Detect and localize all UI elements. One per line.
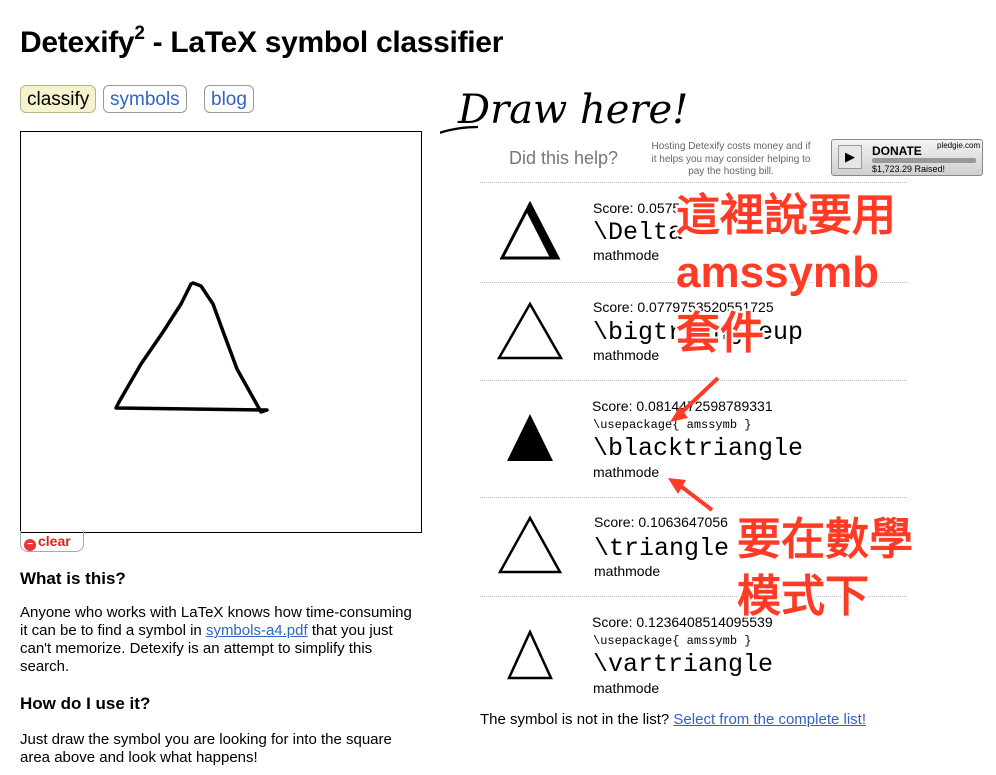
result-mode: mathmode: [593, 347, 660, 363]
bigtriangleup-symbol-icon: [496, 301, 564, 360]
triangle-symbol-icon: [497, 515, 563, 574]
symbols-pdf-link[interactable]: symbols-a4.pdf: [206, 622, 308, 639]
result-score: Score: 0.0575: [593, 200, 681, 216]
result-package: \usepackage{ amssymb }: [593, 634, 752, 648]
divider: [480, 182, 907, 183]
page-title: Detexify2 - LaTeX symbol classifier: [20, 23, 504, 59]
annotation-amssymb-line1: 這裡說要用: [676, 191, 896, 240]
annotation-amssymb-line2: amssymb: [676, 248, 880, 297]
blacktriangle-symbol-icon: [507, 414, 553, 461]
vartriangle-symbol-icon: [507, 628, 553, 680]
drawn-triangle: [114, 281, 269, 414]
complete-list-prompt: The symbol is not in the list? Select fr…: [480, 711, 866, 728]
annotation-arrow-icon: [668, 478, 714, 512]
how-heading: How do I use it?: [20, 694, 151, 713]
annotation-mathmode-line1: 要在數學: [737, 515, 913, 564]
arrow-down-left-icon: [440, 125, 479, 134]
donate-button[interactable]: ▶ DONATE pledgie.com $1,723.29 Raised!: [831, 139, 983, 176]
result-mode: mathmode: [593, 680, 660, 696]
annotation-arrow-icon: [670, 376, 720, 422]
play-icon: ▶: [838, 145, 862, 169]
minus-circle-icon: −: [24, 539, 36, 551]
what-paragraph: Anyone who works with LaTeX knows how ti…: [20, 604, 412, 675]
complete-list-link[interactable]: Select from the complete list!: [673, 711, 866, 728]
tab-blog[interactable]: blog: [204, 85, 254, 113]
how-paragraph: Just draw the symbol you are looking for…: [20, 731, 392, 766]
tab-classify[interactable]: classify: [20, 85, 97, 113]
result-mode: mathmode: [593, 247, 660, 263]
result-command: \vartriangle: [593, 650, 774, 679]
clear-button[interactable]: − clear: [20, 531, 84, 552]
drawing-canvas[interactable]: [20, 131, 422, 533]
did-this-help: Did this help?: [509, 148, 619, 168]
delta-symbol-icon: [499, 200, 561, 260]
progress-bar: [872, 158, 976, 163]
result-mode: mathmode: [593, 464, 660, 480]
tab-symbols[interactable]: symbols: [103, 85, 187, 113]
annotation-amssymb-line3: 套件: [676, 309, 764, 358]
hosting-note: Hosting Detexify costs money and if it h…: [651, 141, 811, 177]
result-command: \triangle: [594, 534, 730, 563]
what-heading: What is this?: [20, 569, 126, 588]
result-mode: mathmode: [594, 563, 661, 579]
svg-text:Draw here!: Draw here!: [457, 87, 688, 133]
result-command: \blacktriangle: [593, 434, 804, 463]
annotation-mathmode-line2: 模式下: [737, 572, 869, 621]
result-command: \Delta: [593, 218, 684, 247]
